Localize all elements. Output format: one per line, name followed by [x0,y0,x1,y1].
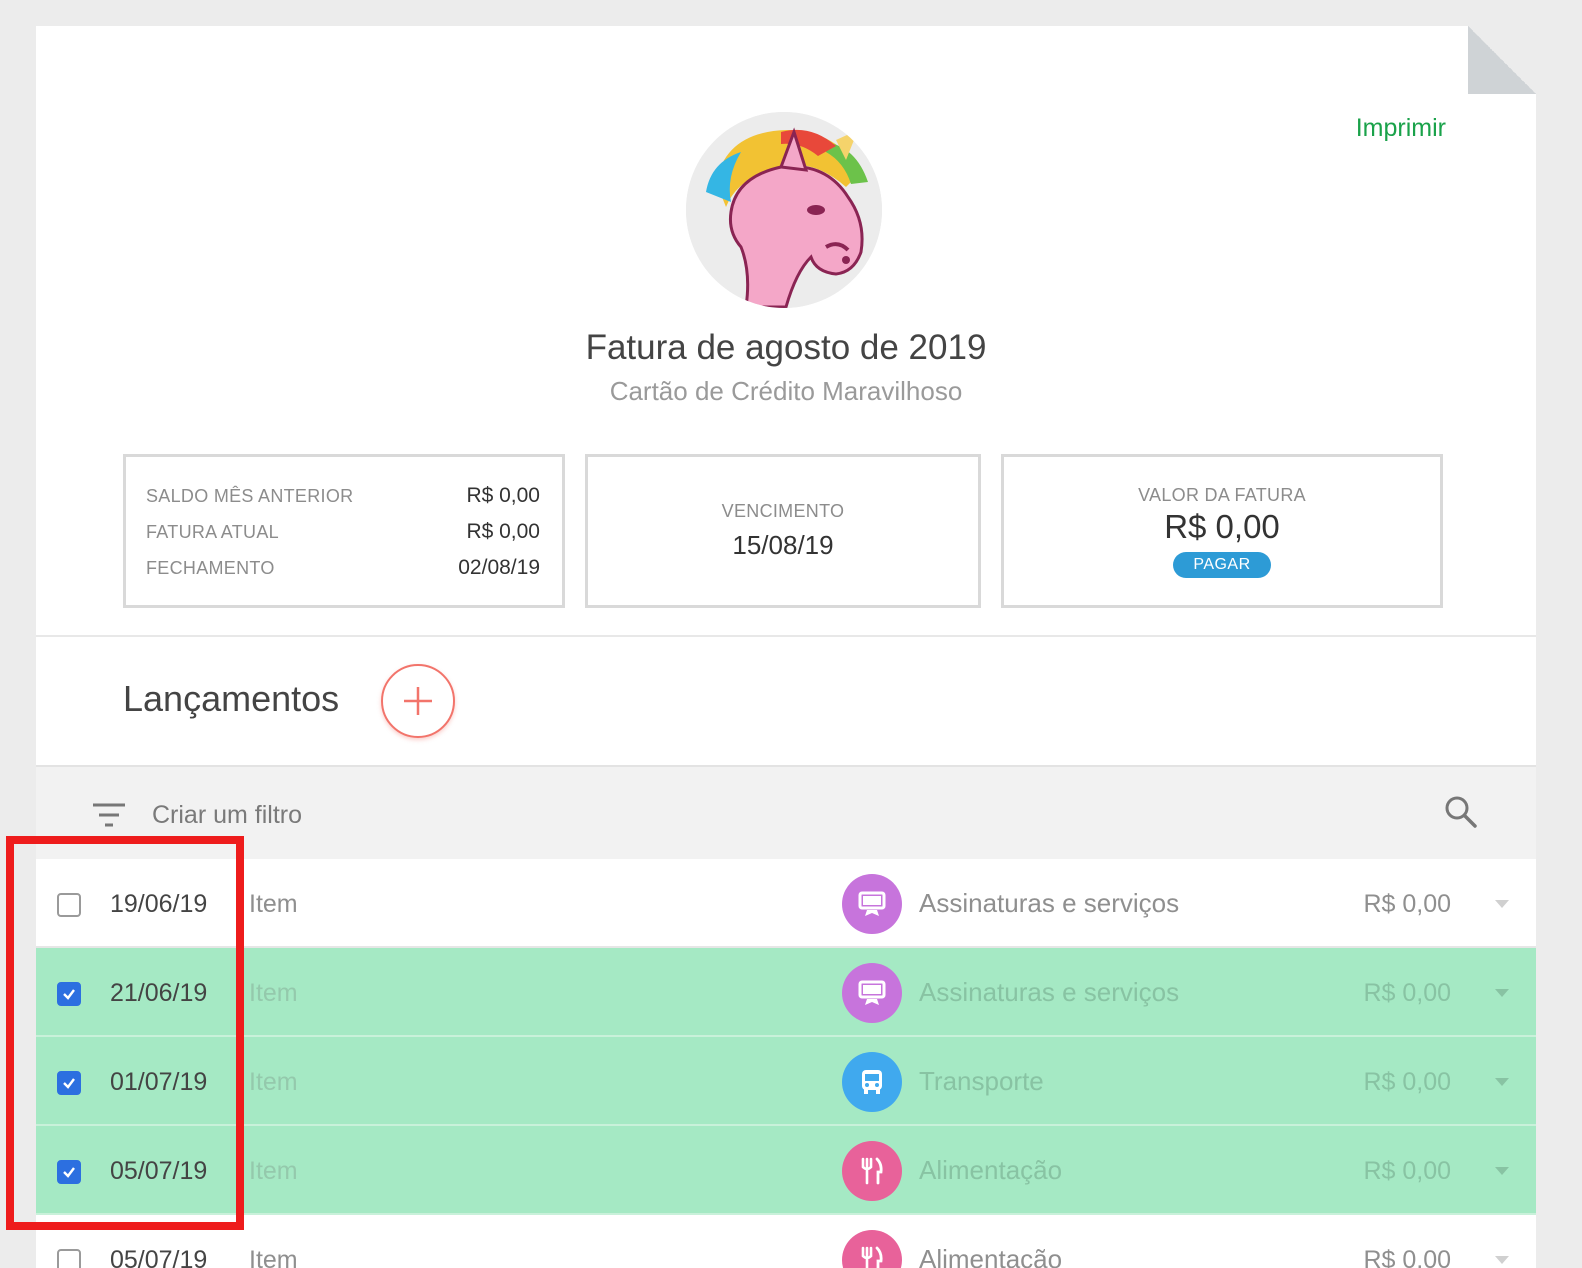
unicorn-icon [686,112,882,308]
balance-summary-box: SALDO MÊS ANTERIOR R$ 0,00 FATURA ATUAL … [123,454,565,608]
due-date-value: 15/08/19 [732,530,834,560]
plus-icon [404,687,432,715]
page-fold-corner [1468,26,1536,94]
unicorn-avatar [686,112,882,308]
fork-knife-icon [842,1230,902,1268]
checkmark-icon [63,989,75,1000]
transaction-row[interactable]: 19/06/19 Item Assinaturas e serviços R$ … [36,859,1536,948]
filter-icon[interactable] [92,801,126,829]
fork-knife-icon [842,1141,902,1201]
transaction-checkbox[interactable] [57,1249,81,1268]
chevron-down-icon[interactable] [1494,1255,1510,1265]
pay-button[interactable]: PAGAR [1173,551,1271,578]
chevron-down-icon[interactable] [1494,988,1510,998]
filter-bar [36,765,1536,859]
invoice-page: Imprimir Fatura de agosto de 2019 Cartão… [36,26,1536,1268]
transaction-description[interactable]: Item [249,890,298,919]
transaction-amount[interactable]: R$ 0,00 [1363,1157,1451,1186]
transaction-amount[interactable]: R$ 0,00 [1363,979,1451,1008]
chevron-down-icon[interactable] [1494,1166,1510,1176]
due-date-label: VENCIMENTO [721,501,845,521]
transaction-category[interactable]: Assinaturas e serviços [919,888,1179,919]
transaction-row[interactable]: 21/06/19 Item Assinaturas e serviços R$ … [36,948,1536,1037]
transaction-date: 21/06/19 [110,979,208,1007]
summary-value: R$ 0,00 [466,520,540,543]
chevron-down-icon[interactable] [1494,899,1510,909]
filter-input[interactable] [152,795,952,835]
transaction-amount[interactable]: R$ 0,00 [1363,1068,1451,1097]
transaction-description[interactable]: Item [249,1246,298,1268]
invoice-total-value: R$ 0,00 [1164,507,1280,545]
summary-value: 02/08/19 [458,556,540,579]
transaction-checkbox[interactable] [57,1160,81,1184]
summary-row-closing: FECHAMENTO 02/08/19 [146,553,540,583]
transaction-checkbox[interactable] [57,893,81,917]
transaction-date: 19/06/19 [110,890,208,918]
add-transaction-button[interactable] [381,664,455,738]
transaction-checkbox[interactable] [57,1071,81,1095]
transaction-row[interactable]: 01/07/19 Item Transporte R$ 0,00 [36,1037,1536,1126]
card-name: Cartão de Crédito Maravilhoso [609,376,963,406]
transaction-description[interactable]: Item [249,1157,298,1186]
summary-row-previous-balance: SALDO MÊS ANTERIOR R$ 0,00 [146,481,540,511]
checkmark-icon [63,1167,75,1178]
summary-row-current-invoice: FATURA ATUAL R$ 0,00 [146,517,540,547]
due-date-box: VENCIMENTO 15/08/19 [585,454,981,608]
summary-label: FECHAMENTO [146,557,275,578]
invoice-total-label: VALOR DA FATURA [1138,484,1306,505]
invoice-title: Fatura de agosto de 2019 [585,328,987,367]
transactions-title: Lançamentos [123,678,340,719]
transaction-category[interactable]: Alimentação [919,1155,1062,1186]
print-link[interactable]: Imprimir [1356,114,1446,143]
transaction-amount[interactable]: R$ 0,00 [1363,890,1451,919]
transaction-description[interactable]: Item [249,979,298,1008]
transaction-row[interactable]: 05/07/19 Item Alimentação R$ 0,00 [36,1126,1536,1215]
search-icon[interactable] [1444,795,1478,829]
transaction-description[interactable]: Item [249,1068,298,1097]
bus-icon [842,1052,902,1112]
monitor-icon [842,874,902,934]
transaction-date: 05/07/19 [110,1157,208,1185]
transactions-list: 19/06/19 Item Assinaturas e serviços R$ … [36,859,1536,1268]
transaction-checkbox[interactable] [57,982,81,1006]
transaction-amount[interactable]: R$ 0,00 [1363,1246,1451,1268]
transaction-category[interactable]: Assinaturas e serviços [919,977,1179,1008]
transaction-date: 05/07/19 [110,1246,208,1268]
transaction-row[interactable]: 05/07/19 Item Alimentação R$ 0,00 [36,1215,1536,1268]
section-divider [36,635,1536,637]
transaction-date: 01/07/19 [110,1068,208,1096]
invoice-total-box: VALOR DA FATURA R$ 0,00 PAGAR [1001,454,1443,608]
monitor-icon [842,963,902,1023]
transaction-category[interactable]: Transporte [919,1066,1044,1097]
summary-value: R$ 0,00 [466,484,540,507]
checkmark-icon [63,1078,75,1089]
chevron-down-icon[interactable] [1494,1077,1510,1087]
summary-label: FATURA ATUAL [146,521,279,542]
summary-label: SALDO MÊS ANTERIOR [146,485,354,506]
transaction-category[interactable]: Alimentação [919,1244,1062,1268]
